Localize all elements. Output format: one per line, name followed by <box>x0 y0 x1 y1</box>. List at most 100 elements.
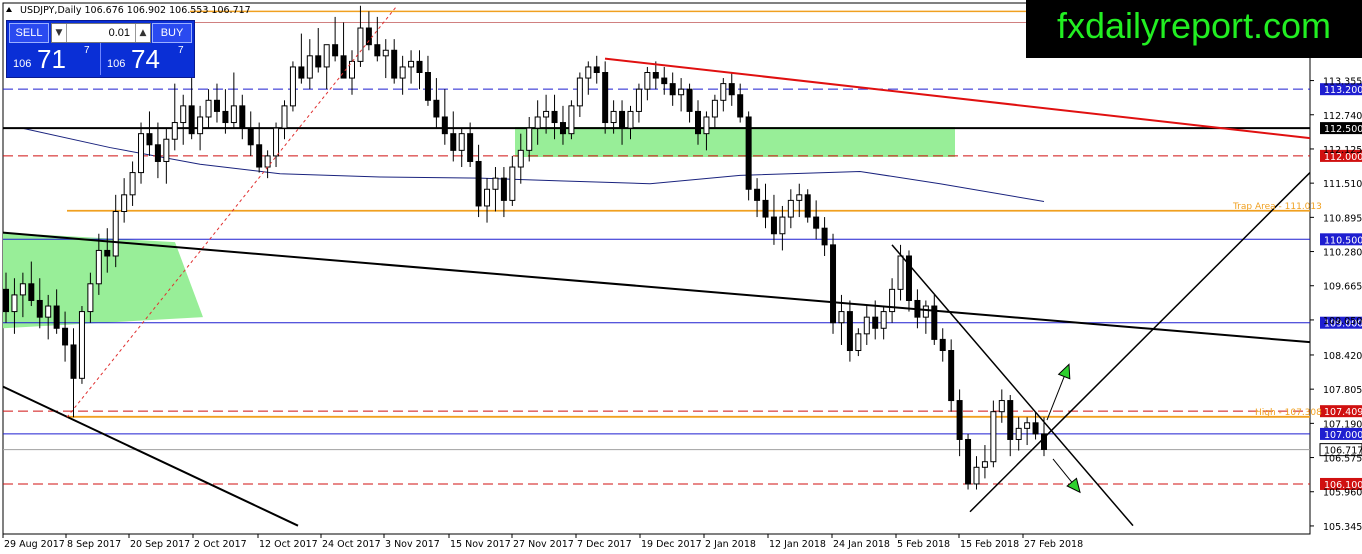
candle-body <box>53 305 60 329</box>
y-tick-label: 109.050 <box>1323 316 1362 327</box>
sell-price-sup: 7 <box>84 45 90 56</box>
candle-body <box>382 49 389 57</box>
candle-body <box>796 194 803 201</box>
candle-body <box>138 133 145 174</box>
candle <box>289 61 296 112</box>
candle-body <box>821 227 828 246</box>
candle-body <box>779 216 786 235</box>
x-tick-label: 15 Feb 2018 <box>960 539 1019 550</box>
level-tag-text: 107.000 <box>1324 430 1362 441</box>
candle-body <box>517 149 524 168</box>
candle-body <box>737 94 744 118</box>
candle-body <box>230 105 237 124</box>
candle-body <box>146 133 153 146</box>
candle-body <box>112 211 119 257</box>
x-tick-label: 19 Dec 2017 <box>641 539 702 550</box>
sell-price-big: 71 <box>37 44 66 74</box>
candle-body <box>281 105 288 129</box>
candle-body <box>686 88 693 112</box>
candle-body <box>163 138 170 162</box>
candle-body <box>1015 427 1022 440</box>
candle-body <box>45 305 52 318</box>
candle-body <box>981 461 988 468</box>
lot-up-arrow-icon[interactable]: ▲ <box>135 24 150 42</box>
candle-body <box>129 172 136 196</box>
candle-body <box>526 127 533 151</box>
candle-body <box>754 188 761 201</box>
x-tick-label: 20 Sep 2017 <box>130 539 190 550</box>
x-tick-label: 15 Nov 2017 <box>450 539 511 550</box>
candle-body <box>610 110 617 124</box>
candle-body <box>559 122 566 135</box>
candle-body <box>787 199 794 218</box>
buy-button[interactable]: BUY <box>152 23 192 43</box>
x-tick-label: 27 Feb 2018 <box>1024 539 1083 550</box>
sell-button[interactable]: SELL <box>9 23 49 43</box>
candle-body <box>846 311 853 352</box>
y-tick-label: 110.895 <box>1323 213 1362 224</box>
y-tick-label: 109.665 <box>1323 282 1362 293</box>
candle-body <box>543 110 550 118</box>
candle-body <box>3 288 9 313</box>
high-annotation: High - 107.308 <box>1255 408 1322 418</box>
candle-body <box>484 188 491 207</box>
candle-body <box>703 116 710 135</box>
lot-down-arrow-icon[interactable]: ▼ <box>52 24 67 42</box>
candle-body <box>315 55 322 68</box>
trap-area-annotation: Trap Area - 111.013 <box>1232 202 1322 212</box>
lot-size-stepper[interactable]: ▼ 0.01 ▲ <box>51 23 151 43</box>
candle-body <box>830 244 837 324</box>
x-tick-label: 3 Nov 2017 <box>385 539 440 550</box>
candle-body <box>441 116 448 135</box>
candle-body <box>239 105 246 129</box>
buy-price-prefix: 106 <box>107 58 126 70</box>
candle <box>568 100 575 140</box>
candle-body <box>399 66 406 79</box>
price-chart[interactable]: 113.200112.500112.000110.500109.000107.4… <box>0 0 1362 554</box>
x-tick-label: 2 Oct 2017 <box>194 539 247 550</box>
candle-body <box>770 216 777 235</box>
supply-zone <box>515 126 955 158</box>
brand-watermark: fxdailyreport.com <box>1026 0 1362 58</box>
candle-body <box>121 194 128 213</box>
candle-body <box>19 283 26 296</box>
candle-body <box>332 44 339 57</box>
candle-body <box>990 411 997 463</box>
candle-body <box>70 344 77 379</box>
y-tick-label: 110.280 <box>1323 248 1362 259</box>
candle-body <box>298 66 305 79</box>
y-tick-label: 113.355 <box>1323 77 1362 88</box>
x-tick-label: 12 Oct 2017 <box>259 539 318 550</box>
y-tick-label: 105.345 <box>1323 522 1362 533</box>
candle-body <box>678 88 685 96</box>
one-click-trading-panel: SELL ▼ 0.01 ▲ BUY 106 71 7 106 74 7 <box>6 20 195 78</box>
lot-size-input[interactable]: 0.01 <box>68 24 134 42</box>
sell-price-prefix: 106 <box>13 58 32 70</box>
candle-body <box>256 144 263 168</box>
price-axis: 113.200112.500112.000110.500109.000107.4… <box>1310 42 1362 533</box>
y-tick-label: 107.190 <box>1323 419 1362 430</box>
sell-price-display[interactable]: 106 71 7 <box>9 43 101 75</box>
candle-body <box>804 194 811 218</box>
candle-body <box>180 105 187 124</box>
candle-body <box>213 99 220 112</box>
candle-body <box>534 116 541 129</box>
candle-body <box>289 66 296 107</box>
y-tick-label: 106.575 <box>1323 454 1362 465</box>
y-tick-label: 111.510 <box>1323 179 1362 190</box>
candle-body <box>1007 400 1014 440</box>
candle-body <box>956 400 963 440</box>
candle-body <box>619 110 626 129</box>
candle <box>78 306 85 384</box>
candle-body <box>661 77 668 85</box>
candle-body <box>11 294 18 313</box>
buy-price-display[interactable]: 106 74 7 <box>103 43 194 75</box>
candle-body <box>247 127 254 146</box>
candle-body <box>87 283 94 313</box>
candle-body <box>813 216 820 229</box>
candle-body <box>222 110 229 124</box>
level-tag-text: 110.500 <box>1324 235 1362 246</box>
candle-body <box>1032 422 1039 435</box>
candle-body <box>669 83 676 96</box>
x-tick-label: 27 Nov 2017 <box>513 539 574 550</box>
